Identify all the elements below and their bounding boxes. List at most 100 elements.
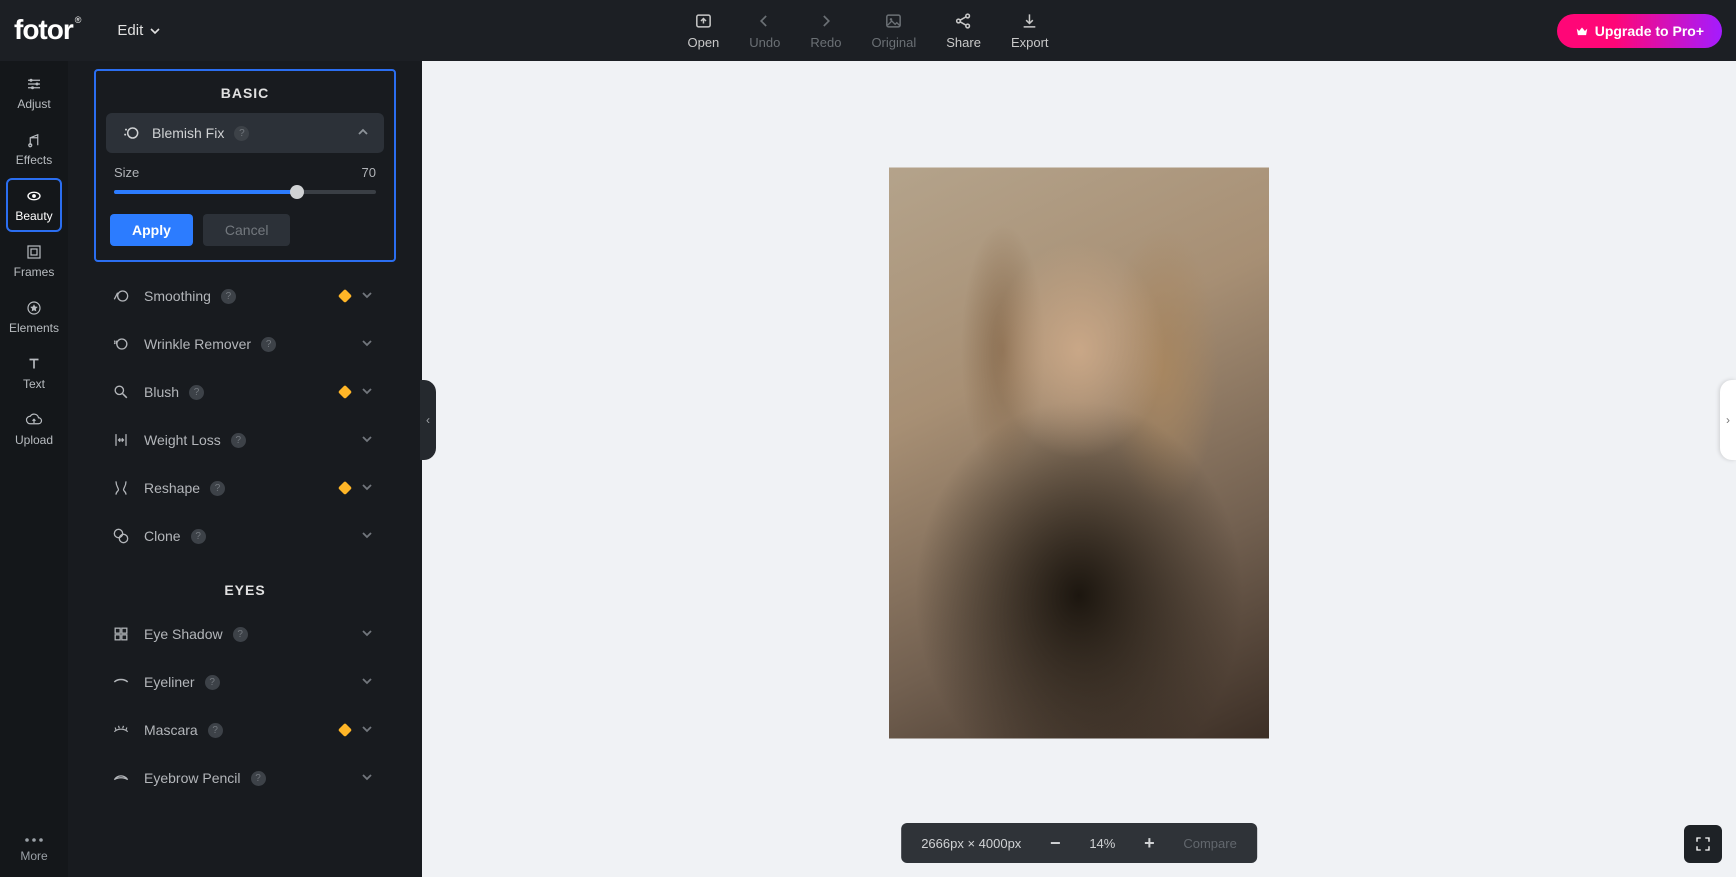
undo-icon [755, 11, 775, 31]
help-icon[interactable]: ? [221, 289, 236, 304]
chevron-down-icon [360, 770, 374, 787]
tool-smoothing[interactable]: Smoothing ? [94, 272, 396, 320]
tool-wrinkle-remover[interactable]: Wrinkle Remover ? [94, 320, 396, 368]
canvas-image[interactable] [889, 167, 1269, 738]
chevron-down-icon [360, 722, 374, 739]
size-slider-thumb[interactable] [290, 185, 304, 199]
size-label: Size [114, 165, 139, 180]
edit-menu-label: Edit [117, 22, 143, 39]
nav-more[interactable]: More [0, 835, 68, 863]
crown-icon [1575, 24, 1589, 38]
section-basic-title: BASIC [96, 71, 394, 113]
export-icon [1020, 11, 1040, 31]
chevron-down-icon [360, 432, 374, 449]
upgrade-button[interactable]: Upgrade to Pro+ [1557, 14, 1722, 48]
upload-icon [25, 411, 43, 429]
tool-weight-loss[interactable]: Weight Loss ? [94, 416, 396, 464]
compare-button[interactable]: Compare [1183, 836, 1236, 851]
effects-icon [25, 131, 43, 149]
chevron-down-icon [360, 288, 374, 305]
apply-button[interactable]: Apply [110, 214, 193, 246]
tool-eyebrow-pencil[interactable]: Eyebrow Pencil ? [94, 754, 396, 802]
help-icon[interactable]: ? [233, 627, 248, 642]
share-icon [954, 11, 974, 31]
header-actions: Open Undo Redo Original Share Export [687, 11, 1048, 50]
tool-eye-shadow[interactable]: Eye Shadow ? [94, 610, 396, 658]
clone-icon [108, 526, 134, 546]
size-slider[interactable] [114, 190, 376, 194]
cancel-button[interactable]: Cancel [203, 214, 291, 246]
left-nav: Adjust Effects Beauty Frames Elements Te… [0, 61, 68, 877]
help-icon[interactable]: ? [261, 337, 276, 352]
blemish-fix-highlight: BASIC Blemish Fix ? Size 70 Apply Cancel [94, 69, 396, 262]
help-icon[interactable]: ? [191, 529, 206, 544]
help-icon[interactable]: ? [234, 126, 249, 141]
export-button[interactable]: Export [1011, 11, 1049, 50]
eyeliner-icon [108, 672, 134, 692]
premium-icon [338, 385, 352, 399]
elements-icon [25, 299, 43, 317]
image-dimensions: 2666px × 4000px [921, 836, 1021, 851]
right-expand-handle[interactable]: › [1720, 380, 1736, 460]
help-icon[interactable]: ? [210, 481, 225, 496]
panel-collapse-handle[interactable]: ‹ [420, 380, 436, 460]
canvas-area[interactable]: 2666px × 4000px − 14% + Compare [422, 61, 1736, 877]
nav-effects[interactable]: Effects [6, 122, 62, 176]
tool-blush[interactable]: Blush ? [94, 368, 396, 416]
weight-loss-icon [108, 430, 134, 450]
blush-icon [108, 382, 134, 402]
tool-reshape[interactable]: Reshape ? [94, 464, 396, 512]
beauty-panel: BASIC Blemish Fix ? Size 70 Apply Cancel [68, 61, 422, 877]
redo-button[interactable]: Redo [810, 11, 841, 50]
nav-adjust[interactable]: Adjust [6, 66, 62, 120]
nav-upload[interactable]: Upload [6, 402, 62, 456]
nav-frames[interactable]: Frames [6, 234, 62, 288]
chevron-down-icon [360, 480, 374, 497]
tool-eyeliner[interactable]: Eyeliner ? [94, 658, 396, 706]
premium-icon [338, 723, 352, 737]
tool-clone[interactable]: Clone ? [94, 512, 396, 560]
chevron-down-icon [360, 528, 374, 545]
eyebrow-icon [108, 768, 134, 788]
app-header: fotor® Edit Open Undo Redo Original Shar… [0, 0, 1736, 61]
fullscreen-button[interactable] [1684, 825, 1722, 863]
smoothing-icon [108, 286, 134, 306]
original-icon [884, 11, 904, 31]
redo-icon [816, 11, 836, 31]
fullscreen-icon [1694, 835, 1712, 853]
share-button[interactable]: Share [946, 11, 981, 50]
zoom-out-button[interactable]: − [1041, 829, 1069, 857]
blemish-icon [120, 123, 142, 143]
tool-mascara[interactable]: Mascara ? [94, 706, 396, 754]
chevron-up-icon [356, 125, 370, 142]
help-icon[interactable]: ? [205, 675, 220, 690]
chevron-down-icon [360, 674, 374, 691]
help-icon[interactable]: ? [251, 771, 266, 786]
chevron-down-icon [149, 25, 161, 37]
wrinkle-icon [108, 334, 134, 354]
logo: fotor® [14, 14, 81, 46]
frames-icon [25, 243, 43, 261]
chevron-down-icon [360, 384, 374, 401]
help-icon[interactable]: ? [208, 723, 223, 738]
blemish-label: Blemish Fix [152, 125, 224, 141]
open-icon [693, 11, 713, 31]
edit-menu[interactable]: Edit [117, 22, 161, 39]
original-button[interactable]: Original [871, 11, 916, 50]
nav-beauty[interactable]: Beauty [6, 178, 62, 232]
open-button[interactable]: Open [687, 11, 719, 50]
beauty-icon [25, 187, 43, 205]
nav-text[interactable]: Text [6, 346, 62, 400]
zoom-in-button[interactable]: + [1135, 829, 1163, 857]
section-eyes-title: EYES [68, 560, 422, 610]
tool-blemish-fix[interactable]: Blemish Fix ? [106, 113, 384, 153]
help-icon[interactable]: ? [231, 433, 246, 448]
help-icon[interactable]: ? [189, 385, 204, 400]
mascara-icon [108, 720, 134, 740]
reshape-icon [108, 478, 134, 498]
adjust-icon [25, 75, 43, 93]
premium-icon [338, 481, 352, 495]
undo-button[interactable]: Undo [749, 11, 780, 50]
bottom-bar: 2666px × 4000px − 14% + Compare [901, 823, 1257, 863]
nav-elements[interactable]: Elements [6, 290, 62, 344]
